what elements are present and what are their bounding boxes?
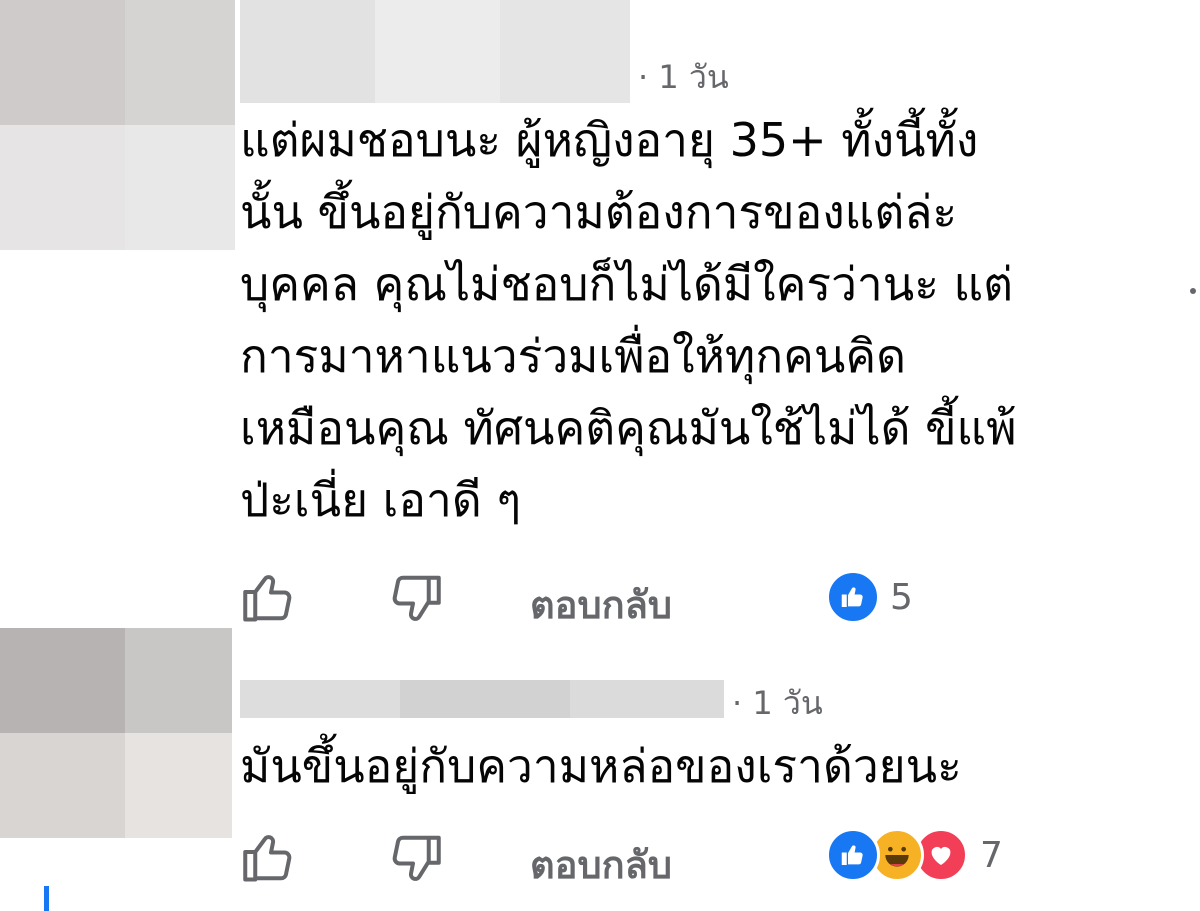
avatar-pixel xyxy=(0,628,125,733)
like-icon xyxy=(826,570,880,624)
avatar-pixel xyxy=(0,0,125,125)
redaction-block xyxy=(500,0,630,103)
thumbs-up-icon xyxy=(243,575,292,622)
reply-button[interactable]: ตอบกลับ xyxy=(530,834,672,895)
redaction-block xyxy=(240,680,400,718)
author-name-redacted[interactable] xyxy=(240,0,630,103)
comment-timestamp[interactable]: · 1 วัน xyxy=(732,678,823,729)
avatar-pixel xyxy=(125,733,232,838)
redaction-block xyxy=(375,0,500,103)
comment-line: นั้น ขึ้นอยู่กับความต้องการของแต่ล่ะ xyxy=(240,185,958,239)
comment-line: ป่ะเนี่ย เอาดี ๆ xyxy=(240,473,522,527)
comment-line: บุคคล คุณไม่ชอบก็ไม่ได้มีใครว่านะ แต่ xyxy=(240,257,1014,311)
thumbs-down-icon xyxy=(392,575,441,621)
reaction-count: 5 xyxy=(890,576,913,618)
avatar-pixel xyxy=(125,125,235,250)
comment-line: การมาหาแนวร่วมเพื่อให้ทุกคนคิด xyxy=(240,329,906,383)
reaction-summary[interactable]: 7 xyxy=(826,828,1003,882)
redaction-block xyxy=(570,680,724,718)
comment-body: แต่ผมชอบนะ ผู้หญิงอายุ 35+ ทั้งนี้ทั้ง น… xyxy=(240,104,1017,536)
comment-line: มันขึ้นอยู่กับความหล่อของเราด้วยนะ xyxy=(240,739,962,793)
dislike-button[interactable] xyxy=(384,828,446,890)
like-button[interactable] xyxy=(238,566,300,628)
thread-line xyxy=(44,886,49,911)
dislike-button[interactable] xyxy=(384,568,446,630)
more-options-icon[interactable] xyxy=(1190,288,1196,294)
avatar[interactable] xyxy=(0,0,235,250)
reaction-count: 7 xyxy=(980,834,1003,876)
thumbs-up-icon xyxy=(243,835,292,882)
comment-line: แต่ผมชอบนะ ผู้หญิงอายุ 35+ ทั้งนี้ทั้ง xyxy=(240,113,979,167)
comment-line: เหมือนคุณ ทัศนคติคุณมันใช้ไม่ได้ ขี้แพ้ xyxy=(240,401,1017,455)
reaction-summary[interactable]: 5 xyxy=(826,570,913,624)
author-name-redacted[interactable] xyxy=(240,680,724,718)
comment-timestamp[interactable]: · 1 วัน xyxy=(638,52,729,103)
like-button[interactable] xyxy=(238,826,300,888)
like-icon xyxy=(826,828,880,882)
comment-body: มันขึ้นอยู่กับความหล่อของเราด้วยนะ xyxy=(240,730,962,802)
avatar-pixel xyxy=(125,0,235,125)
thumbs-down-icon xyxy=(392,835,441,881)
redaction-block xyxy=(400,680,570,718)
avatar[interactable] xyxy=(0,628,232,838)
avatar-pixel xyxy=(0,125,125,250)
avatar-pixel xyxy=(125,628,232,733)
redaction-block xyxy=(240,0,375,103)
avatar-pixel xyxy=(0,733,125,838)
reply-button[interactable]: ตอบกลับ xyxy=(530,574,672,635)
